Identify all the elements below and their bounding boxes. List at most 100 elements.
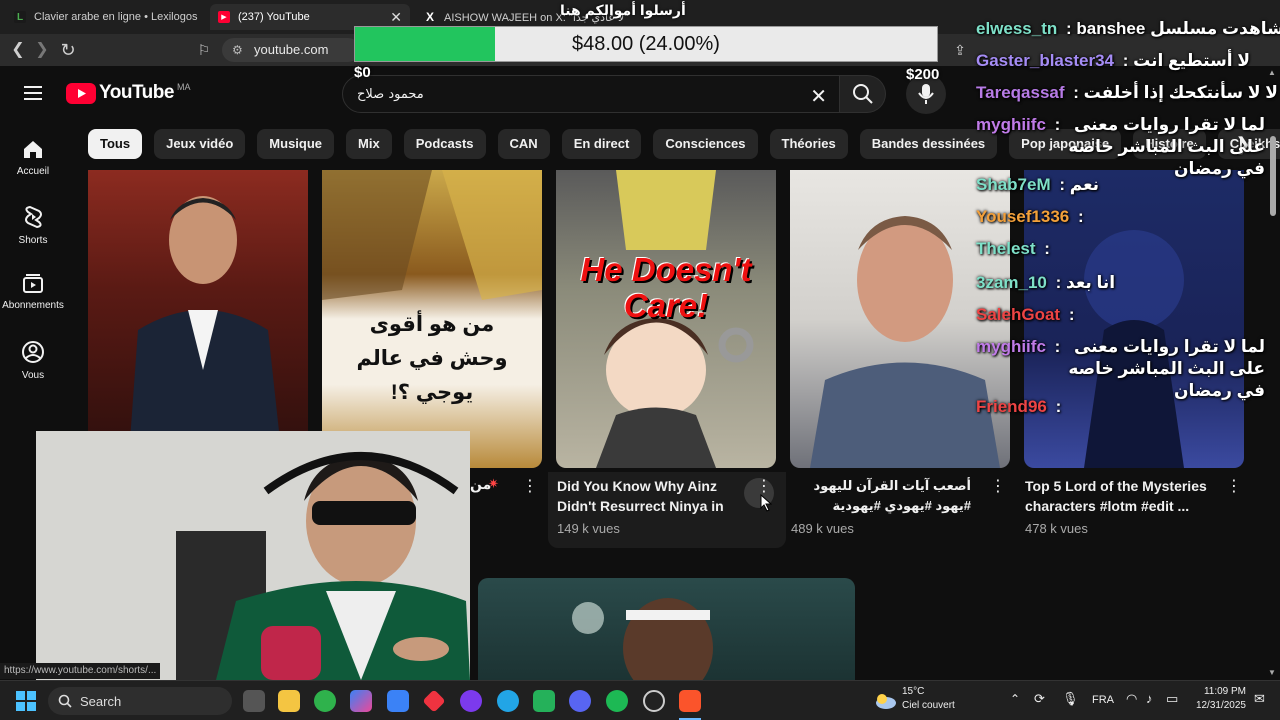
close-tab-icon[interactable]: ✕ [390,9,402,26]
whatsapp-icon[interactable] [533,690,555,712]
video-views: 478 k vues [1025,521,1088,536]
x-favicon-icon: X [425,10,434,24]
clear-search-icon[interactable]: ✕ [810,84,827,109]
chat-username: SalehGoat [976,305,1061,324]
windows-start-icon[interactable] [16,691,36,711]
search-box[interactable]: ✕ [342,75,840,113]
chat-text: لا أستطيع انت [1133,51,1251,70]
chip-0[interactable]: Tous [88,129,143,159]
search-input[interactable] [357,76,797,112]
clock-time[interactable]: 11:09 PM [1190,686,1246,697]
app-icon[interactable] [422,689,446,713]
scroll-up-icon[interactable]: ▲ [1268,68,1276,77]
microphone-icon [918,84,934,104]
video-title[interactable]: Top 5 Lord of the Mysteries characters #… [1025,476,1215,516]
url-field[interactable]: ⚙ youtube.com [222,38,360,62]
sidebar-item-home[interactable]: Accueil [0,138,66,177]
video-menu-icon[interactable]: ⋮ [1226,479,1242,495]
link-status-url: https://www.youtube.com/shorts/... [0,663,161,679]
task-view-icon[interactable] [243,690,265,712]
tray-expand-icon[interactable]: ⌃ [1010,692,1020,706]
battery-icon[interactable]: ▭ [1166,691,1178,707]
chip-7[interactable]: Consciences [653,129,758,159]
sync-icon[interactable]: ⟳ [1034,691,1045,707]
brave-icon[interactable] [679,690,701,712]
volume-icon[interactable]: ♪ [1146,691,1153,706]
obs-icon[interactable] [643,690,665,712]
sidebar-item-shorts[interactable]: Shorts [0,205,66,246]
search-icon [58,694,72,708]
video-menu-icon[interactable]: ⋮ [990,479,1006,495]
chip-4[interactable]: Podcasts [403,129,486,159]
chip-1[interactable]: Jeux vidéo [154,129,246,159]
reload-icon[interactable]: ↻ [58,41,78,59]
chat-username: Gaster_blaster34 [976,51,1114,70]
scroll-down-icon[interactable]: ▼ [1268,668,1276,677]
chat-username: 3zam_10 [976,273,1047,292]
video-thumbnail[interactable]: He Doesn't Care! [556,170,776,468]
search-button[interactable] [840,75,886,113]
chat-message: Tareqassaf : لا لا لا سأنتكحك إذا أخلفت [976,82,1280,104]
video-title[interactable]: Did You Know Why Ainz Didn't Resurrect N… [557,476,737,518]
chat-text: لا لا لا سأنتكحك إذا أخلفت [1083,83,1280,102]
chat-separator: : [1068,83,1084,102]
back-arrow-icon[interactable]: ❮ [8,41,28,59]
sidebar-item-subscriptions[interactable]: Abonnements [0,272,66,311]
video-thumbnail[interactable] [88,170,308,468]
chat-separator: : [1117,51,1134,70]
man-in-headband-image [572,598,713,680]
discord-icon[interactable] [569,690,591,712]
chip-8[interactable]: Théories [769,129,848,159]
file-explorer-icon[interactable] [278,690,300,712]
video-menu-icon[interactable]: ⋮ [756,479,772,495]
donation-min-label: $0 [354,64,371,81]
store-icon[interactable] [387,690,409,712]
forward-arrow-icon[interactable]: ❯ [32,41,52,59]
donation-title: أرسلوا أموالكم هنا [560,2,686,18]
chat-separator: : [1049,337,1066,356]
bookmark-icon[interactable]: ⚐ [194,41,214,59]
wifi-icon[interactable]: ◠ [1126,691,1137,707]
chip-6[interactable]: En direct [561,129,642,159]
video-title[interactable]: أصعب آيات القرآن لليهود #يهود #يهودي #يه… [791,476,971,518]
tab-title: Clavier arabe en ligne • Lexilogos [34,11,198,23]
chat-message: 3zam_10 : انا بعد [976,272,1115,294]
tab-lexilogos[interactable]: L Clavier arabe en ligne • Lexilogos [6,4,206,30]
input-language[interactable]: FRA [1092,694,1114,706]
youtube-favicon-icon: ▶ [218,11,230,23]
copilot-icon[interactable] [350,690,372,712]
chip-5[interactable]: CAN [497,129,550,159]
page-scrollbar-thumb[interactable] [1270,136,1276,216]
sidebar-item-label: Shorts [18,235,48,246]
taskbar-search[interactable]: Search [48,687,232,715]
video-thumbnail[interactable]: من هو أقوى وحش في عالم يوجي ؟! [322,170,542,468]
menu-icon[interactable] [24,85,42,101]
streamer-webcam [36,431,470,680]
notifications-icon[interactable]: ✉ [1254,691,1265,707]
chip-3[interactable]: Mix [346,129,392,159]
chat-username: myghiifc [976,337,1046,356]
sparkle-icon: ✷ [488,476,499,491]
weather-desc: Ciel couvert [902,700,955,711]
sidebar-item-label: Vous [21,370,45,381]
video-views: 489 k vues [791,521,854,536]
chip-2[interactable]: Musique [257,129,335,159]
video-menu-icon[interactable]: ⋮ [522,479,538,495]
thumbnail-caption: He Doesn't Care! [580,251,752,324]
share-icon[interactable]: ⇪ [950,41,970,59]
video-thumbnail[interactable] [478,578,855,680]
xbox-icon[interactable] [314,690,336,712]
twitch-icon[interactable] [460,690,482,712]
sidebar-item-you[interactable]: Vous [0,340,66,381]
edge-icon[interactable] [497,690,519,712]
clock-date[interactable]: 12/31/2025 [1186,700,1246,711]
site-info-icon[interactable]: ⚙ [232,38,243,62]
taskbar-search-label: Search [80,693,122,709]
donation-progress-bar: $48.00 (24.00%) [354,26,938,62]
you-icon [22,341,44,363]
youtube-logo[interactable]: YouTube MA [66,82,190,104]
microphone-tray-icon[interactable]: 🎙 [1062,691,1079,707]
spotify-icon[interactable] [606,690,628,712]
chat-separator: : [1061,19,1077,38]
chat-message: Shab7eM : نعم [976,174,1099,196]
